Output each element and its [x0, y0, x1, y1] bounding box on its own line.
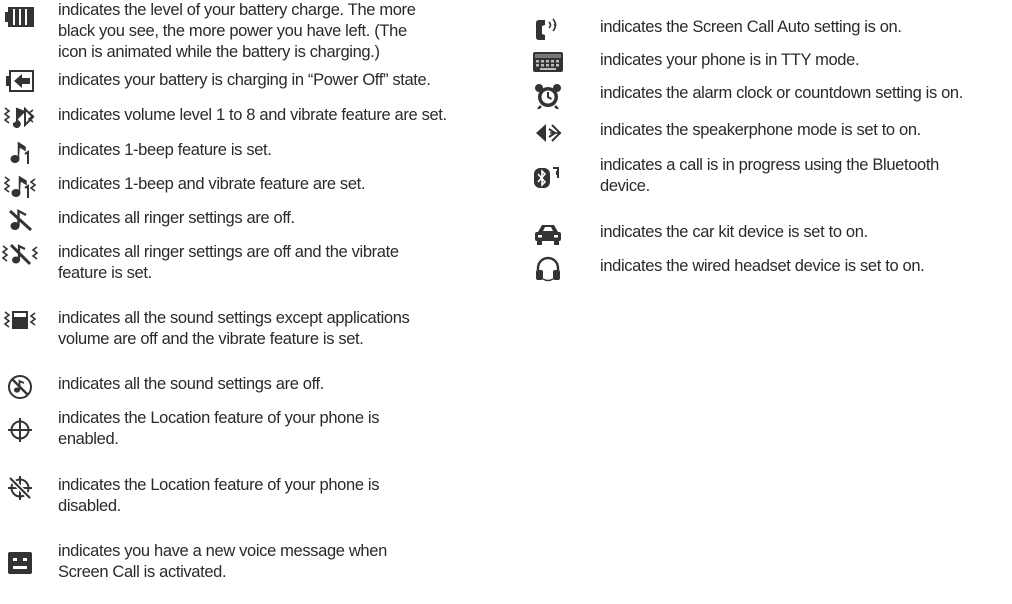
list-item-text: indicates you have a new voice message w… — [58, 542, 387, 581]
car-kit-icon — [528, 222, 568, 252]
battery-charging-power-off-icon — [0, 70, 40, 100]
list-item-text: indicates all ringer settings are off an… — [58, 243, 399, 282]
sound-off-vibrate-icon — [0, 308, 40, 338]
all-sound-off-icon — [0, 374, 40, 404]
list-item-text: indicates the Location feature of your p… — [58, 476, 380, 515]
location-off-icon — [0, 475, 40, 505]
list-item-text: indicates volume level 1 to 8 and vibrat… — [58, 106, 447, 124]
location-on-icon — [0, 417, 40, 447]
wired-headset-icon — [528, 256, 568, 286]
speakerphone-icon — [528, 120, 568, 150]
list-item-text: indicates all the sound settings except … — [58, 309, 410, 348]
list-item-text: indicates the level of your battery char… — [58, 1, 416, 61]
list-item-text: indicates 1-beep and vibrate feature are… — [58, 175, 366, 193]
ringer-off-icon — [0, 208, 40, 238]
list-item-text: indicates the speakerphone mode is set t… — [600, 121, 921, 139]
tty-mode-icon — [528, 50, 568, 80]
list-item-text: indicates all ringer settings are off. — [58, 209, 295, 227]
list-item-text: indicates the alarm clock or countdown s… — [600, 84, 963, 102]
list-item-text: indicates the Location feature of your p… — [58, 409, 380, 448]
list-item-text: indicates the car kit device is set to o… — [600, 223, 868, 241]
battery-level-icon — [0, 4, 40, 34]
screen-call-auto-icon — [528, 17, 568, 47]
bluetooth-call-icon — [528, 165, 568, 195]
one-beep-icon — [0, 140, 40, 170]
one-beep-vibrate-icon — [0, 174, 40, 204]
list-item-text: indicates a call is in progress using th… — [600, 156, 939, 195]
list-item-text: indicates your battery is charging in “P… — [58, 71, 431, 89]
voice-message-icon — [0, 550, 40, 580]
list-item-text: indicates the wired headset device is se… — [600, 257, 925, 275]
alarm-clock-icon — [528, 83, 568, 113]
list-item-text: indicates the Screen Call Auto setting i… — [600, 18, 902, 36]
list-item-text: indicates 1-beep feature is set. — [58, 141, 272, 159]
volume-vibrate-icon — [0, 105, 40, 135]
ringer-off-vibrate-icon — [0, 242, 40, 272]
list-item-text: indicates your phone is in TTY mode. — [600, 51, 860, 69]
list-item-text: indicates all the sound settings are off… — [58, 375, 325, 393]
